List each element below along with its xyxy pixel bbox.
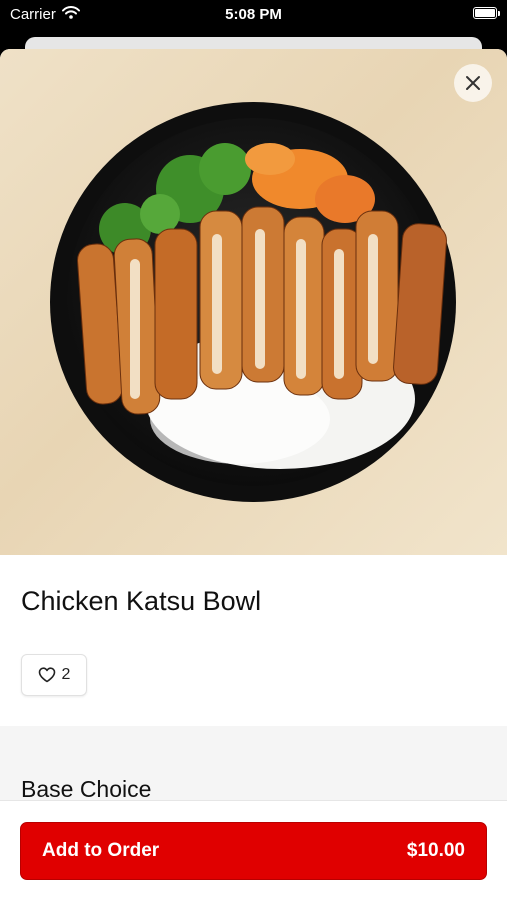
close-icon — [466, 76, 480, 90]
item-detail-sheet: Chicken Katsu Bowl 2 Base Choice — [0, 49, 507, 900]
like-count: 2 — [61, 666, 71, 683]
order-price: $10.00 — [406, 840, 465, 861]
close-button[interactable] — [454, 64, 492, 102]
battery-icon — [473, 7, 500, 19]
dish-image — [0, 49, 507, 555]
dish-title: Chicken Katsu Bowl — [21, 586, 262, 616]
status-bar: Carrier 5:08 PM — [0, 0, 507, 30]
base-choice-title: Base Choice — [21, 776, 152, 802]
add-to-order-button[interactable]: Add to Order $10.00 — [20, 822, 487, 880]
heart-icon — [38, 667, 55, 683]
like-button[interactable]: 2 — [21, 654, 87, 696]
footer-bar: Add to Order $10.00 — [0, 800, 507, 900]
status-time: 5:08 PM — [225, 6, 282, 23]
dish-illustration — [50, 102, 456, 502]
add-to-order-label: Add to Order — [42, 840, 160, 861]
